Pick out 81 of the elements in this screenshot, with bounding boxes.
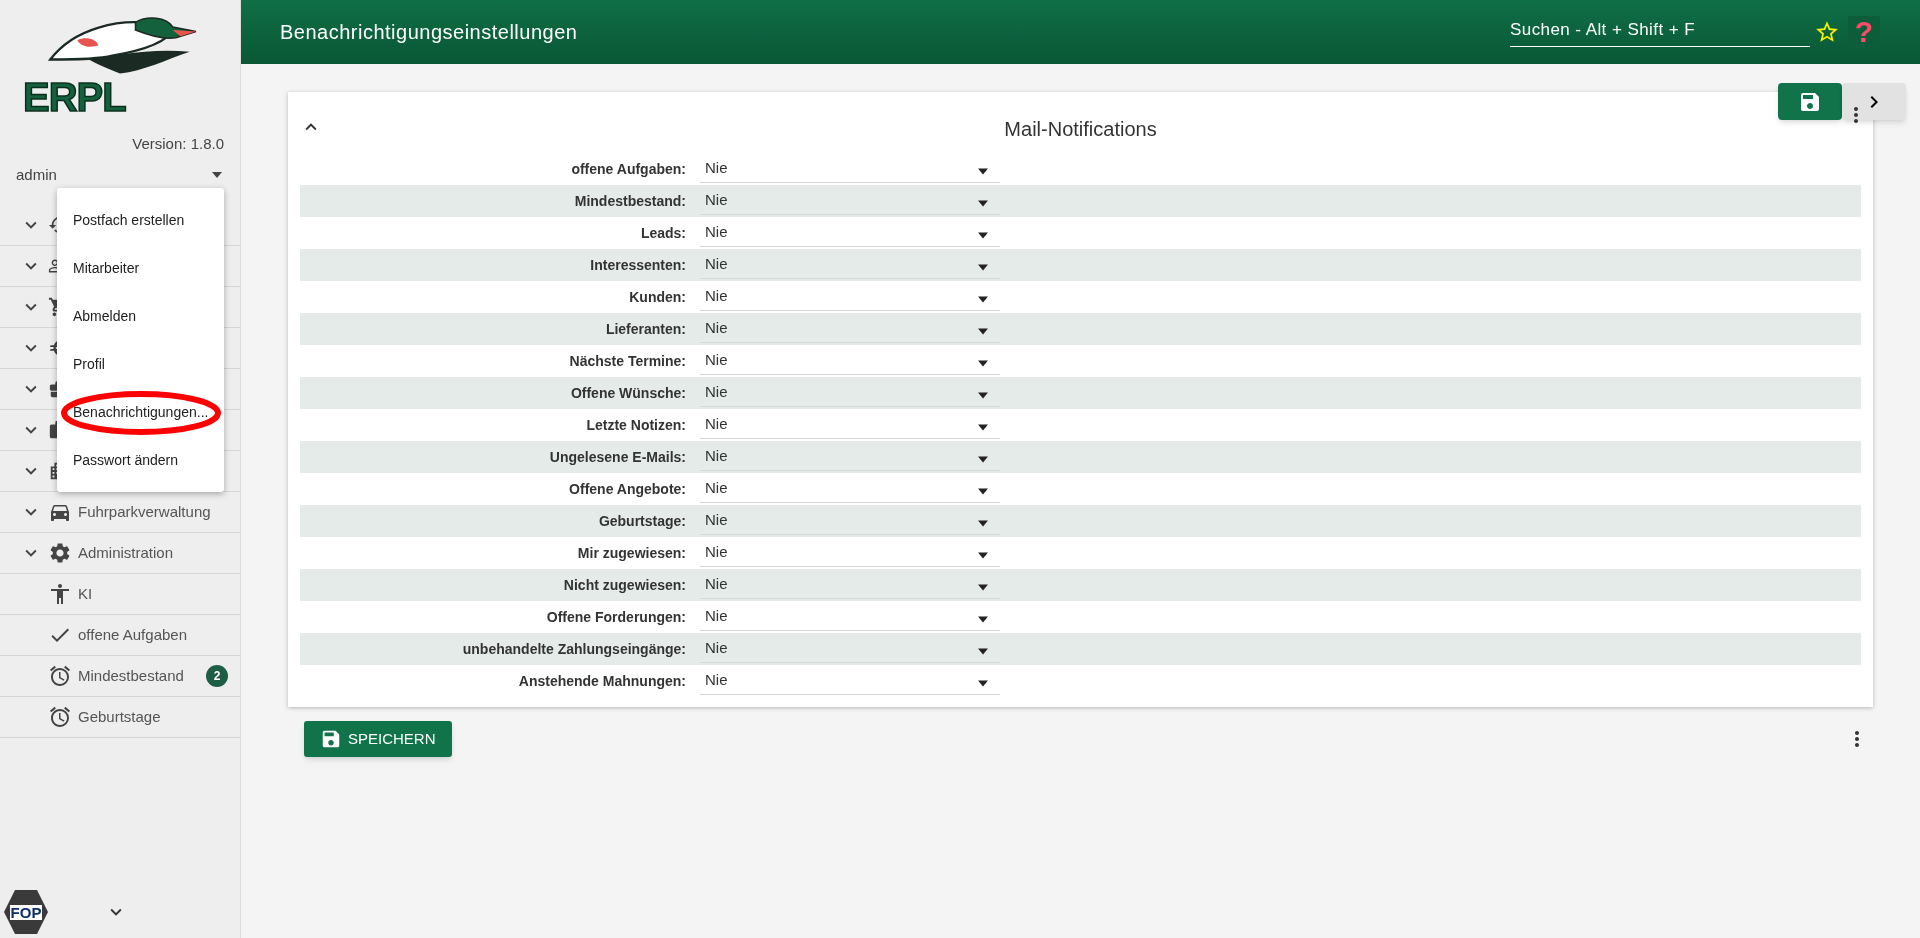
field-label: Mindestbestand: <box>573 191 686 211</box>
dropdown-caret-icon <box>978 552 988 559</box>
frequency-select[interactable]: Nie <box>700 603 1000 631</box>
dropdown-caret-icon <box>978 584 988 591</box>
frequency-select[interactable]: Nie <box>700 219 1000 247</box>
frequency-select[interactable]: Nie <box>700 667 1000 695</box>
frequency-select[interactable]: Nie <box>700 539 1000 567</box>
field-label: offene Aufgaben: <box>570 159 686 179</box>
dropdown-caret-icon <box>978 232 988 239</box>
person-icon <box>48 582 72 606</box>
field-label: Leads: <box>639 223 686 243</box>
fop-logo: FOP <box>4 890 48 934</box>
menu-item[interactable]: Postfach erstellen <box>57 209 185 231</box>
dropdown-caret-icon <box>978 456 988 463</box>
field-label: Geburtstage: <box>597 511 686 531</box>
menu-item[interactable]: Profil <box>57 353 105 375</box>
menu-item[interactable]: Passwort ändern <box>57 449 179 471</box>
dropdown-caret-icon <box>978 424 988 431</box>
frequency-select[interactable]: Nie <box>700 347 1000 375</box>
dropdown-caret-icon <box>978 520 988 527</box>
nav-item[interactable]: Fuhrparkverwaltung <box>78 500 228 524</box>
nav-item[interactable]: Geburtstage <box>78 705 228 729</box>
field-label: Anstehende Mahnungen: <box>517 671 686 691</box>
frequency-select[interactable]: Nie <box>700 283 1000 311</box>
frequency-select[interactable]: Nie <box>700 507 1000 535</box>
menu-item[interactable]: Mitarbeiter <box>57 257 140 279</box>
frequency-select[interactable]: Nie <box>700 411 1000 439</box>
field-label: Offene Forderungen: <box>545 607 686 627</box>
frequency-select[interactable]: Nie <box>700 155 1000 183</box>
nav-item[interactable]: offene Aufgaben <box>78 623 228 647</box>
frequency-select[interactable]: Nie <box>700 315 1000 343</box>
field-label: Nächste Termine: <box>568 351 686 371</box>
user-dropdown[interactable]: admin <box>16 163 224 186</box>
search-field[interactable]: Suchen - Alt + Shift + F <box>1510 17 1810 47</box>
dropdown-caret-icon <box>212 171 222 178</box>
field-label: unbehandelte Zahlungseingänge: <box>461 639 686 659</box>
field-label: Interessenten: <box>589 255 686 275</box>
count-badge: 2 <box>206 665 228 687</box>
dropdown-caret-icon <box>978 168 988 175</box>
page-title: Benachrichtigungseinstellungen <box>280 20 578 45</box>
menu-item[interactable]: Benachrichtigungen... <box>57 401 209 423</box>
next-button[interactable] <box>1842 83 1906 120</box>
field-label: Letzte Notizen: <box>585 415 686 435</box>
save-icon-button[interactable] <box>1778 83 1842 120</box>
version-label: Version: 1.8.0 <box>132 134 224 154</box>
dropdown-caret-icon <box>978 296 988 303</box>
frequency-select[interactable]: Nie <box>700 571 1000 599</box>
alarm-clock-icon <box>48 664 72 688</box>
frequency-select[interactable]: Nie <box>700 635 1000 663</box>
dropdown-caret-icon <box>978 648 988 655</box>
frequency-select[interactable]: Nie <box>700 443 1000 471</box>
menu-item[interactable]: Abmelden <box>57 305 137 327</box>
star-icon[interactable] <box>1814 19 1840 45</box>
dropdown-caret-icon <box>978 200 988 207</box>
field-label: Offene Wünsche: <box>569 383 686 403</box>
dropdown-caret-icon <box>978 264 988 271</box>
field-label: Lieferanten: <box>604 319 686 339</box>
alarm-clock-icon <box>48 705 72 729</box>
frequency-select[interactable]: Nie <box>700 251 1000 279</box>
settings-icon <box>48 541 72 565</box>
nav-item[interactable]: KI <box>78 582 228 606</box>
nav-item[interactable]: Administration <box>78 541 228 565</box>
logo-text: ERPL <box>23 77 126 117</box>
dropdown-caret-icon <box>978 680 988 687</box>
dropdown-caret-icon <box>978 616 988 623</box>
frequency-select[interactable]: Nie <box>700 187 1000 215</box>
field-label: Mir zugewiesen: <box>576 543 686 563</box>
field-label: Nicht zugewiesen: <box>562 575 686 595</box>
field-label: Offene Angebote: <box>568 479 686 499</box>
field-label: Ungelesene E-Mails: <box>548 447 686 467</box>
dropdown-caret-icon <box>978 328 988 335</box>
save-button[interactable]: SPEICHERN <box>304 721 452 757</box>
dropdown-caret-icon <box>978 392 988 399</box>
dropdown-caret-icon <box>978 488 988 495</box>
dropdown-caret-icon <box>978 360 988 367</box>
field-label: Kunden: <box>628 287 686 307</box>
save-icon <box>320 728 342 750</box>
frequency-select[interactable]: Nie <box>700 475 1000 503</box>
nav-item[interactable]: Mindestbestand <box>78 664 200 688</box>
frequency-select[interactable]: Nie <box>700 379 1000 407</box>
section-title: Mail-Notifications <box>1004 116 1157 142</box>
